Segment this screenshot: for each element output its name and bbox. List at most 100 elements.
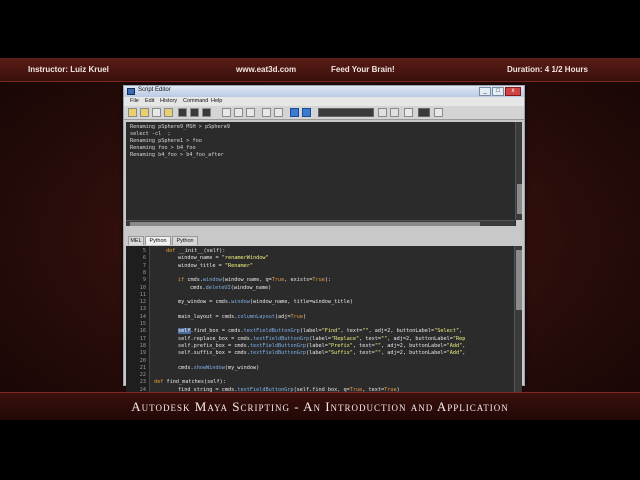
line-number: 5 <box>142 248 146 254</box>
search-field[interactable] <box>318 108 374 117</box>
line-number: 14 <box>139 313 146 320</box>
clear-all-icon[interactable] <box>202 108 211 117</box>
menu-file[interactable]: File <box>130 98 139 104</box>
code-token: if <box>178 277 188 284</box>
code-token: window_title = <box>178 262 225 269</box>
execute-selected-icon[interactable] <box>302 108 311 117</box>
code-token: window <box>231 299 250 306</box>
source-script-icon[interactable] <box>140 108 149 117</box>
code-token: deleteUI <box>205 284 231 291</box>
split-panel-icon[interactable] <box>274 108 283 117</box>
minimize-button[interactable]: _ <box>479 87 491 96</box>
code-token: self.suffix_box = cmds. <box>178 350 250 357</box>
tab-python-2[interactable]: Python <box>172 236 198 245</box>
code-token: textFieldButtonGrp <box>249 342 307 349</box>
code-token: "renamerWindow" <box>221 255 269 262</box>
line-number-field[interactable] <box>418 108 430 117</box>
code-token: True <box>290 313 303 320</box>
history-panel-icon[interactable] <box>262 108 271 117</box>
code-token: ): <box>324 277 332 284</box>
maximize-button[interactable]: □ <box>492 87 504 96</box>
line-number: 6 <box>142 255 146 262</box>
code-token: , <box>459 328 463 335</box>
code-token: "Add" <box>446 342 463 349</box>
code-token: __init__(self): <box>178 248 226 254</box>
echo-commands-icon[interactable] <box>222 108 231 117</box>
line-number: 23 <box>139 379 146 386</box>
menu-help[interactable]: Help <box>211 98 222 104</box>
code-token: , adj=2, buttonLabel= <box>387 335 453 342</box>
line-number: 12 <box>139 299 146 306</box>
save-to-shelf-icon[interactable] <box>164 108 173 117</box>
line-number: 16 <box>139 328 146 335</box>
code-token: (window_name, title=window_title) <box>249 299 353 306</box>
menu-command[interactable]: Command <box>183 98 208 104</box>
code-token: cmds. <box>190 284 206 291</box>
history-output-panel[interactable]: Renaming pSphere9_MSH > pSphere9 select … <box>126 122 516 226</box>
open-script-icon[interactable] <box>128 108 137 117</box>
code-line: cmds.showWindow(my_window) <box>178 365 259 371</box>
clear-history-icon[interactable] <box>178 108 187 117</box>
code-token: , text= <box>340 328 363 335</box>
code-token: main_layout = cmds. <box>178 313 238 320</box>
goto-line-icon[interactable] <box>404 108 413 117</box>
history-line: Renaming pSphere9_MSH > pSphere9 <box>130 124 230 130</box>
code-token: (label= <box>309 335 332 342</box>
line-number: 8 <box>142 269 146 276</box>
history-line: Renaming b4_foo > b4_foo_after <box>130 152 224 158</box>
code-token: , <box>462 350 466 357</box>
code-token: (my_window) <box>224 364 260 371</box>
clear-input-icon[interactable] <box>190 108 199 117</box>
code-token: (label= <box>299 328 322 335</box>
code-token: cmds. <box>178 364 194 371</box>
duration-label: Duration: 4 1/2 Hours <box>507 65 588 74</box>
code-scroll-thumb[interactable] <box>516 250 522 310</box>
video-frame: Instructor: Luiz Kruel www.eat3d.com Fee… <box>0 58 640 420</box>
code-token: columnLayout <box>237 313 275 320</box>
pane-splitter[interactable] <box>124 226 524 236</box>
execute-all-icon[interactable] <box>290 108 299 117</box>
code-token: "Renamer" <box>224 262 253 269</box>
code-line: self.prefix_box = cmds.textFieldButtonGr… <box>178 343 465 349</box>
code-token: , adj=2, buttonLabel= <box>381 342 447 349</box>
tab-mel[interactable]: MEL <box>128 236 144 245</box>
code-token: (label= <box>306 350 328 357</box>
code-token: True <box>271 277 285 284</box>
code-token: window <box>203 277 222 284</box>
line-numbers-icon[interactable] <box>234 108 243 117</box>
code-token: find_matches(self): <box>166 379 226 386</box>
code-line: main_layout = cmds.columnLayout(adj=True… <box>178 314 306 320</box>
line-number: 7 <box>142 262 146 269</box>
menu-edit[interactable]: Edit <box>145 98 154 104</box>
code-line: window_name = "renamerWindow" <box>178 255 269 261</box>
code-token: self <box>178 328 191 335</box>
window-titlebar[interactable]: Script Editor _ □ x <box>124 86 524 97</box>
code-token: "Suffix" <box>327 350 353 357</box>
history-scroll-thumb[interactable] <box>517 184 522 214</box>
instructor-label: Instructor: Luiz Kruel <box>28 65 109 74</box>
code-line: def __init__(self): <box>166 248 225 254</box>
code-token: def <box>154 379 167 386</box>
history-line: Renaming foo > b4_foo <box>130 145 196 151</box>
search-down-icon[interactable] <box>378 108 387 117</box>
code-line: if cmds.window(window_name, q=True, exis… <box>178 277 331 283</box>
line-number: 21 <box>139 364 146 371</box>
line-number: 20 <box>139 357 146 364</box>
tab-python[interactable]: Python <box>145 236 171 245</box>
line-number: 19 <box>139 350 146 357</box>
code-token: (window_name) <box>230 284 272 291</box>
history-vertical-scrollbar[interactable] <box>515 122 522 220</box>
help-icon[interactable] <box>434 108 443 117</box>
code-token: True <box>312 277 325 284</box>
menu-history[interactable]: History <box>160 98 177 104</box>
code-token: "Add" <box>446 350 463 357</box>
close-button[interactable]: x <box>505 87 521 96</box>
save-script-icon[interactable] <box>152 108 161 117</box>
search-up-icon[interactable] <box>390 108 399 117</box>
code-token: .find_box = cmds. <box>190 328 244 335</box>
show-stack-trace-icon[interactable] <box>246 108 255 117</box>
line-number: 13 <box>139 306 146 313</box>
code-token: (window_name, q= <box>221 277 272 284</box>
course-title: Autodesk Maya Scripting - An Introductio… <box>131 399 509 414</box>
code-token: ) <box>302 313 307 320</box>
